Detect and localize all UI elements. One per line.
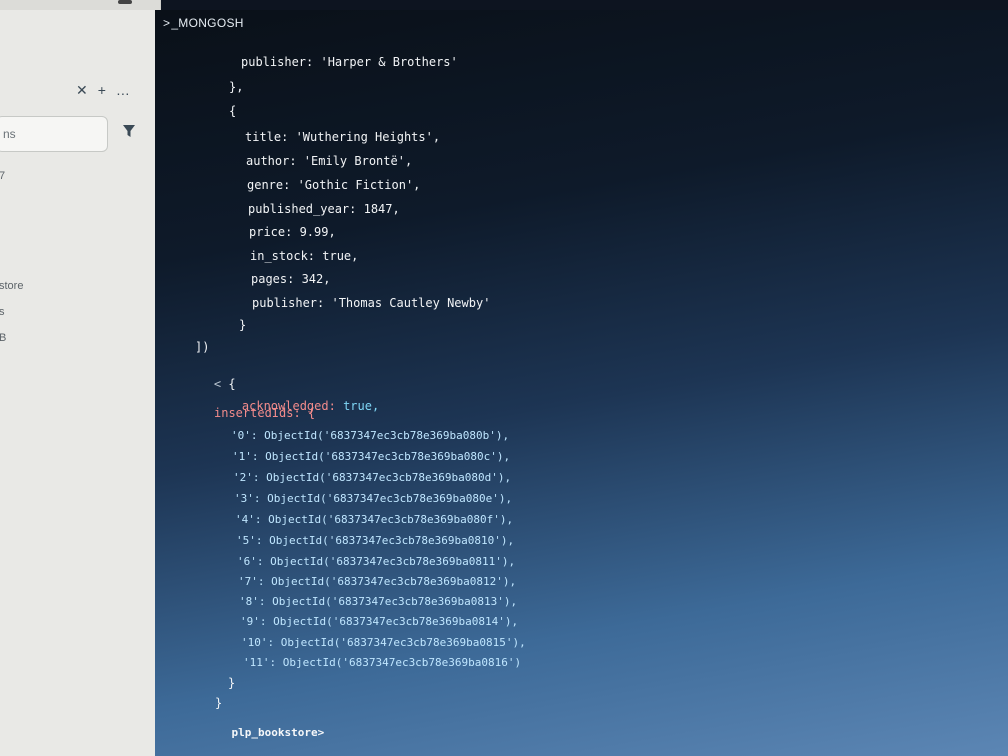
window-handle bbox=[118, 0, 132, 4]
filter-input-placeholder: ns bbox=[3, 127, 16, 141]
shell-prompt-db: plp_bookstore bbox=[231, 726, 318, 739]
inserted-ids-key: insertedIds: { bbox=[214, 406, 316, 420]
output-line: title: 'Wuthering Heights', bbox=[245, 130, 441, 144]
output-line: price: 9.99, bbox=[249, 225, 336, 239]
inserted-id-line: '5': ObjectId('6837347ec3cb78e369ba0810'… bbox=[236, 534, 515, 547]
more-icon[interactable]: … bbox=[116, 82, 130, 98]
output-line: publisher: 'Thomas Cautley Newby' bbox=[252, 296, 491, 310]
acknowledged-value: true, bbox=[343, 399, 380, 413]
sidebar: ✕ + … ns 7 store s B bbox=[0, 0, 161, 756]
output-line: genre: 'Gothic Fiction', bbox=[247, 178, 421, 192]
sidebar-actions: ✕ + … bbox=[76, 82, 130, 98]
inserted-id-line: '2': ObjectId('6837347ec3cb78e369ba080d'… bbox=[233, 471, 512, 484]
sidebar-item-s[interactable]: s bbox=[0, 306, 5, 318]
output-line: published_year: 1847, bbox=[248, 202, 400, 216]
output-line: } bbox=[239, 318, 247, 332]
output-line: { bbox=[229, 104, 237, 118]
prompt-glyph-icon: > bbox=[163, 16, 171, 30]
terminal-title-text: _MONGOSH bbox=[171, 16, 244, 30]
inserted-id-line: '4': ObjectId('6837347ec3cb78e369ba080f'… bbox=[235, 513, 514, 526]
sidebar-topbar bbox=[0, 0, 160, 10]
mongosh-terminal[interactable]: >_MONGOSH publisher: 'Harper & Brothers'… bbox=[155, 10, 1008, 756]
filter-input[interactable]: ns bbox=[0, 116, 108, 152]
sidebar-label-count: 7 bbox=[0, 170, 6, 182]
inserted-id-line: '7': ObjectId('6837347ec3cb78e369ba0812'… bbox=[238, 575, 517, 588]
terminal-title: >_MONGOSH bbox=[163, 16, 244, 30]
output-line: } bbox=[215, 696, 223, 710]
sidebar-item-bookstore[interactable]: store bbox=[0, 280, 23, 292]
inserted-id-line: '6': ObjectId('6837347ec3cb78e369ba0811'… bbox=[237, 555, 516, 568]
inserted-id-line: '10': ObjectId('6837347ec3cb78e369ba0815… bbox=[241, 636, 526, 649]
sidebar-item-b[interactable]: B bbox=[0, 332, 6, 344]
output-line: ]) bbox=[195, 340, 210, 354]
inserted-id-line: '8': ObjectId('6837347ec3cb78e369ba0813'… bbox=[239, 595, 518, 608]
filter-icon[interactable] bbox=[122, 124, 136, 138]
close-icon[interactable]: ✕ bbox=[76, 82, 88, 98]
add-icon[interactable]: + bbox=[98, 82, 106, 98]
output-line: } bbox=[228, 676, 236, 690]
inserted-id-line: '0': ObjectId('6837347ec3cb78e369ba080b'… bbox=[231, 429, 510, 442]
inserted-id-line: '3': ObjectId('6837347ec3cb78e369ba080e'… bbox=[234, 492, 513, 505]
output-line: publisher: 'Harper & Brothers' bbox=[241, 55, 458, 69]
shell-prompt[interactable]: plp_bookstore> bbox=[205, 713, 325, 752]
output-line: author: 'Emily Brontë', bbox=[246, 154, 413, 168]
inserted-id-line: '1': ObjectId('6837347ec3cb78e369ba080c'… bbox=[232, 450, 511, 463]
output-line: }, bbox=[229, 80, 244, 94]
inserted-id-line: '9': ObjectId('6837347ec3cb78e369ba0814'… bbox=[240, 615, 519, 628]
inserted-id-line: '11': ObjectId('6837347ec3cb78e369ba0816… bbox=[243, 656, 522, 669]
output-line: in_stock: true, bbox=[250, 249, 359, 263]
prompt-chevron-icon: > bbox=[317, 726, 325, 739]
output-line: pages: 342, bbox=[251, 272, 331, 286]
